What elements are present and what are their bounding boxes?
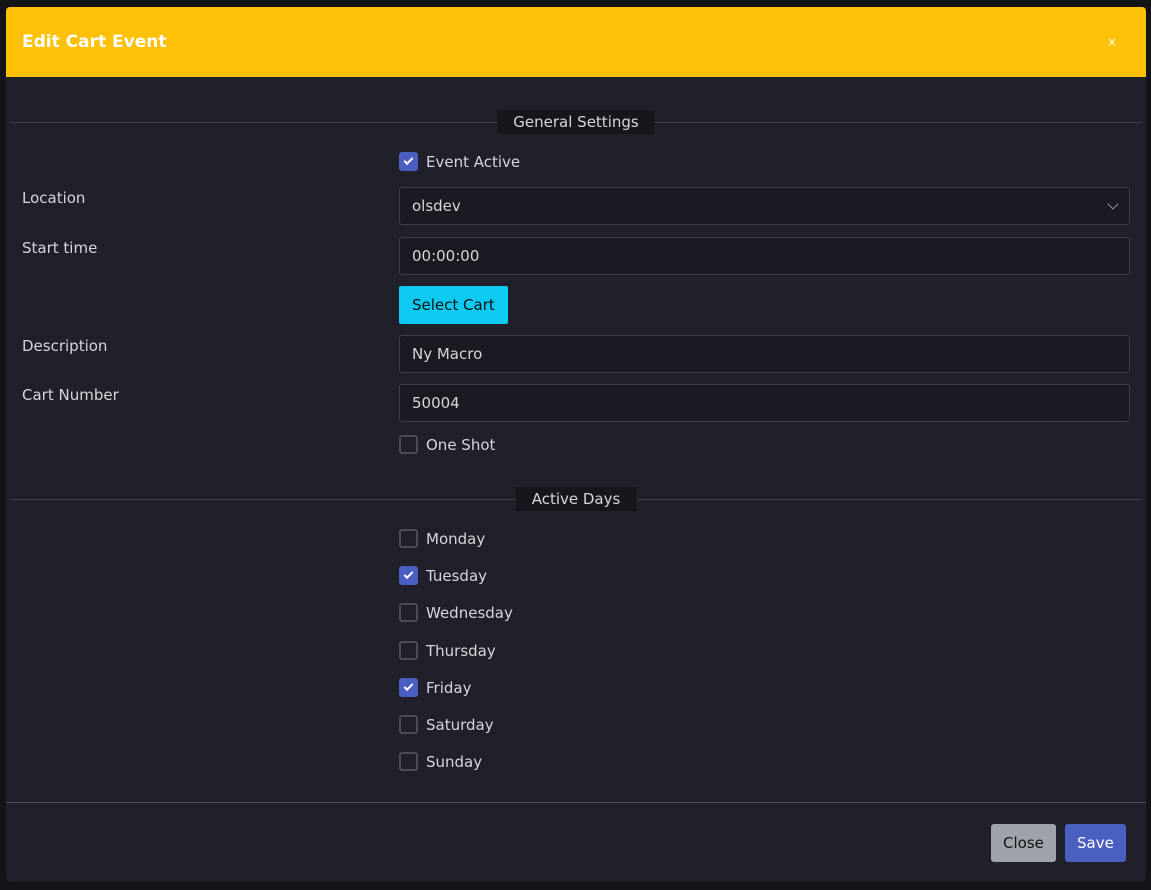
event-active-checkbox[interactable]: Event Active <box>399 152 520 171</box>
one-shot-box[interactable] <box>399 435 418 454</box>
start-time-value: 00:00:00 <box>412 247 480 265</box>
modal-title: Edit Cart Event <box>22 32 167 52</box>
day-checkbox-friday[interactable]: Friday <box>399 678 471 697</box>
day-box[interactable] <box>399 752 418 771</box>
modal-header: Edit Cart Event × <box>6 7 1146 77</box>
description-label: Description <box>22 337 108 355</box>
day-label: Sunday <box>426 752 483 771</box>
day-label: Tuesday <box>426 566 488 585</box>
day-checkbox-wednesday[interactable]: Wednesday <box>399 603 513 622</box>
check-icon <box>403 569 414 580</box>
day-label: Wednesday <box>426 603 513 622</box>
cart-number-input[interactable]: 50004 <box>399 384 1130 422</box>
day-box[interactable] <box>399 678 418 697</box>
day-box[interactable] <box>399 715 418 734</box>
select-cart-button[interactable]: Select Cart <box>399 286 508 324</box>
start-time-label: Start time <box>22 239 98 257</box>
day-box[interactable] <box>399 566 418 585</box>
event-active-box[interactable] <box>399 152 418 171</box>
start-time-input[interactable]: 00:00:00 <box>399 237 1130 275</box>
description-input[interactable]: Ny Macro <box>399 335 1130 373</box>
close-icon[interactable]: × <box>1102 35 1122 49</box>
edit-cart-event-modal: Edit Cart Event × General Settings Event… <box>6 7 1146 882</box>
active-days-heading: Active Days <box>515 487 637 511</box>
location-value: olsdev <box>412 197 461 215</box>
close-button[interactable]: Close <box>991 824 1056 862</box>
save-button[interactable]: Save <box>1065 824 1126 862</box>
day-box[interactable] <box>399 603 418 622</box>
day-label: Thursday <box>426 641 496 660</box>
day-box[interactable] <box>399 641 418 660</box>
general-settings-heading: General Settings <box>497 110 655 134</box>
check-icon <box>403 155 414 166</box>
footer-divider <box>6 802 1146 803</box>
day-box[interactable] <box>399 529 418 548</box>
cart-number-value: 50004 <box>412 394 460 412</box>
day-checkbox-thursday[interactable]: Thursday <box>399 641 496 660</box>
chevron-down-icon <box>1107 198 1119 210</box>
cart-number-label: Cart Number <box>22 386 119 404</box>
day-checkbox-monday[interactable]: Monday <box>399 529 485 548</box>
description-value: Ny Macro <box>412 345 483 363</box>
one-shot-checkbox[interactable]: One Shot <box>399 435 495 454</box>
day-checkbox-sunday[interactable]: Sunday <box>399 752 482 771</box>
day-checkbox-tuesday[interactable]: Tuesday <box>399 566 487 585</box>
location-label: Location <box>22 189 86 207</box>
day-label: Friday <box>426 678 472 697</box>
location-select[interactable]: olsdev <box>399 187 1130 225</box>
day-label: Monday <box>426 529 486 548</box>
event-active-label: Event Active <box>426 152 521 171</box>
day-label: Saturday <box>426 715 494 734</box>
day-checkbox-saturday[interactable]: Saturday <box>399 715 494 734</box>
one-shot-label: One Shot <box>426 435 496 454</box>
check-icon <box>403 681 414 692</box>
